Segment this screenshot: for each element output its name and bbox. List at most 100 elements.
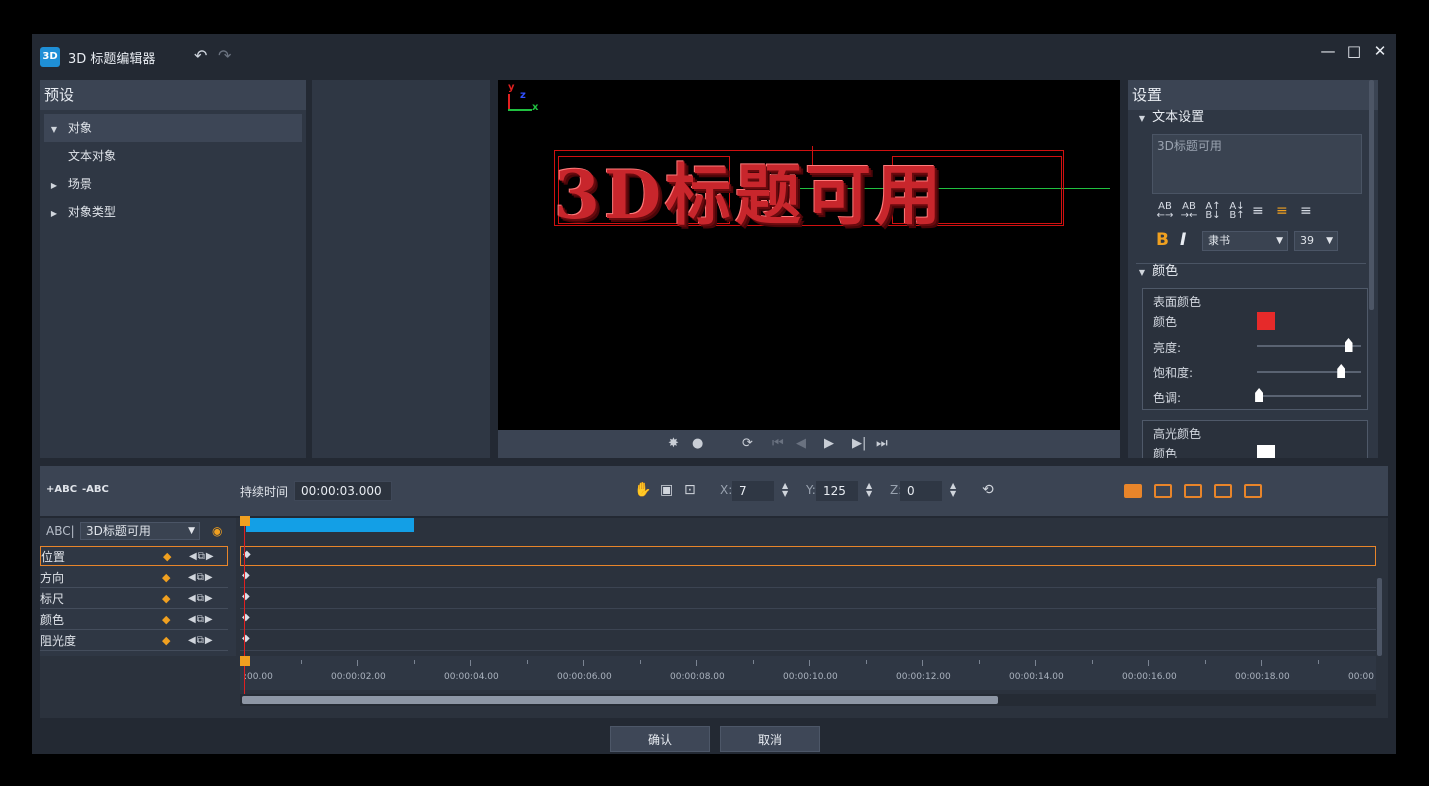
minimize-button[interactable]: —: [1318, 42, 1338, 60]
tree-item-scene[interactable]: ▶ 场景: [40, 170, 306, 198]
settings-scrollbar[interactable]: [1369, 80, 1374, 310]
object-dropdown[interactable]: 3D标题可用 ▼: [80, 522, 200, 540]
tracks-scrollbar[interactable]: [1377, 578, 1382, 656]
keyframe-nav-icon[interactable]: ◀⧉▶: [188, 568, 214, 588]
time-ruler[interactable]: :00.00 00:00:02.00 00:00:04.00 00:00:06.00 0…: [240, 656, 1376, 690]
font-dropdown[interactable]: 隶书 ▼: [1202, 231, 1288, 251]
camera-view-left-icon[interactable]: [1154, 484, 1172, 498]
title-clip-bar[interactable]: [246, 518, 414, 532]
ruler-time-label: 00:00:02.00: [331, 672, 386, 682]
camera-view-top-icon[interactable]: [1214, 484, 1232, 498]
track-scale[interactable]: 标尺 ◆ ◀⧉▶: [40, 589, 228, 609]
track-opacity-lane[interactable]: ◆: [240, 631, 1376, 651]
slider-thumb[interactable]: [1255, 388, 1264, 402]
keyframe-diamond-icon[interactable]: ◆: [162, 568, 170, 588]
x-spinner[interactable]: ▲ ▼: [782, 482, 788, 498]
ruler-tick: [1317, 660, 1319, 664]
track-position[interactable]: 位置 ◆ ◀⧉▶: [40, 546, 228, 566]
reset-icon[interactable]: ⟲: [982, 482, 994, 498]
text-spacing-wide-button[interactable]: AB ←→: [1156, 202, 1174, 221]
font-size-dropdown[interactable]: 39 ▼: [1294, 231, 1338, 251]
y-spinner[interactable]: ▲ ▼: [866, 482, 872, 498]
tree-item-object-type[interactable]: ▶ 对象类型: [40, 198, 306, 226]
maximize-button[interactable]: □: [1344, 42, 1364, 60]
play-icon[interactable]: ▶: [824, 436, 834, 451]
visibility-eye-icon[interactable]: ◉: [212, 524, 222, 538]
keyframe-diamond-icon[interactable]: ◆: [162, 610, 170, 630]
focus-icon[interactable]: ⊡: [684, 482, 696, 498]
playhead-bottom-handle[interactable]: [240, 656, 250, 666]
keyframe-nav-icon[interactable]: ◀⧉▶: [188, 610, 214, 630]
track-direction-lane[interactable]: ◆: [240, 568, 1376, 588]
title-text-input[interactable]: 3D标题可用: [1152, 134, 1362, 194]
duration-field[interactable]: 00:00:03.000: [294, 481, 392, 501]
hand-pan-icon[interactable]: ✋: [634, 482, 651, 498]
confirm-button[interactable]: 确认: [610, 726, 710, 752]
brightness-label: 亮度:: [1153, 341, 1182, 355]
prev-frame-icon[interactable]: ◀: [796, 436, 806, 451]
tree-item-text-object[interactable]: 文本对象: [40, 142, 306, 170]
scrollbar-thumb[interactable]: [242, 696, 998, 704]
light-icon[interactable]: ✸: [668, 436, 679, 451]
camera-view-right-icon[interactable]: [1184, 484, 1202, 498]
color-section[interactable]: ▼ 颜色: [1136, 262, 1178, 282]
tree-item-label: 场景: [67, 177, 92, 191]
add-text-button[interactable]: +ABC: [46, 484, 77, 495]
saturation-slider[interactable]: [1257, 364, 1361, 378]
highlight-color-title: 高光颜色: [1153, 427, 1202, 441]
move-object-icon[interactable]: ▣: [660, 482, 673, 498]
title-3d-text[interactable]: 3D标题可用: [554, 142, 945, 238]
slider-thumb[interactable]: [1337, 364, 1346, 378]
z-field[interactable]: 0: [900, 481, 942, 501]
undo-icon[interactable]: ↶: [194, 46, 207, 65]
line-spacing-up-button[interactable]: A↑ B↓: [1204, 202, 1222, 221]
playhead-line[interactable]: [244, 516, 245, 694]
bold-button[interactable]: B: [1156, 230, 1169, 250]
keyframe-nav-icon[interactable]: ◀⧉▶: [189, 547, 215, 567]
track-scale-lane[interactable]: ◆: [240, 589, 1376, 609]
track-direction[interactable]: 方向 ◆ ◀⧉▶: [40, 568, 228, 588]
tree-item-object[interactable]: ▼ 对象: [44, 114, 302, 142]
text-spacing-narrow-button[interactable]: AB →←: [1180, 202, 1198, 221]
keyframe-diamond-icon[interactable]: ◆: [162, 589, 170, 609]
line-spacing-down-button[interactable]: A↓ B↑: [1228, 202, 1246, 221]
keyframe-diamond-icon[interactable]: ◆: [162, 631, 170, 651]
keyframe-nav-icon[interactable]: ◀⧉▶: [188, 631, 214, 651]
track-color[interactable]: 颜色 ◆ ◀⧉▶: [40, 610, 228, 630]
track-color-lane[interactable]: ◆: [240, 610, 1376, 630]
italic-button[interactable]: I: [1180, 230, 1186, 250]
text-settings-section[interactable]: ▼ 文本设置: [1136, 108, 1204, 128]
brightness-slider[interactable]: [1257, 338, 1361, 352]
camera-view-front-icon[interactable]: [1124, 484, 1142, 498]
redo-icon[interactable]: ↷: [218, 46, 231, 65]
surface-color-swatch[interactable]: [1257, 312, 1275, 330]
tree-item-label: 对象: [67, 121, 92, 135]
section-label: 文本设置: [1152, 110, 1205, 125]
x-field[interactable]: 7: [732, 481, 774, 501]
timeline-scrollbar[interactable]: [240, 694, 1376, 706]
z-spinner[interactable]: ▲ ▼: [950, 482, 956, 498]
highlight-color-swatch[interactable]: [1257, 445, 1275, 458]
go-start-icon[interactable]: ⏮: [772, 436, 784, 451]
ruler-tick: [1035, 660, 1036, 666]
track-opacity[interactable]: 阻光度 ◆ ◀⧉▶: [40, 631, 228, 651]
remove-text-button[interactable]: -ABC: [82, 484, 109, 495]
track-position-lane[interactable]: ◆: [240, 546, 1376, 566]
y-field[interactable]: 125: [816, 481, 858, 501]
sphere-icon[interactable]: ●: [692, 436, 703, 451]
cancel-button[interactable]: 取消: [720, 726, 820, 752]
close-button[interactable]: ✕: [1370, 42, 1390, 60]
hue-slider[interactable]: [1255, 388, 1361, 402]
camera-view-bottom-icon[interactable]: [1244, 484, 1262, 498]
slider-thumb[interactable]: [1344, 338, 1353, 352]
loop-icon[interactable]: ⟳: [742, 436, 753, 451]
keyframe-nav-icon[interactable]: ◀⧉▶: [188, 589, 214, 609]
next-frame-icon[interactable]: ▶|: [852, 436, 866, 451]
align-center-icon[interactable]: ≡: [1276, 204, 1288, 218]
align-right-icon[interactable]: ≡: [1300, 204, 1312, 218]
align-left-icon[interactable]: ≡: [1252, 204, 1264, 218]
preview-viewport[interactable]: y z x 3D标题可用: [498, 80, 1120, 430]
go-end-icon[interactable]: ⏭: [876, 436, 888, 451]
keyframe-diamond-icon[interactable]: ◆: [163, 547, 171, 567]
playhead-top-handle[interactable]: [240, 516, 250, 526]
